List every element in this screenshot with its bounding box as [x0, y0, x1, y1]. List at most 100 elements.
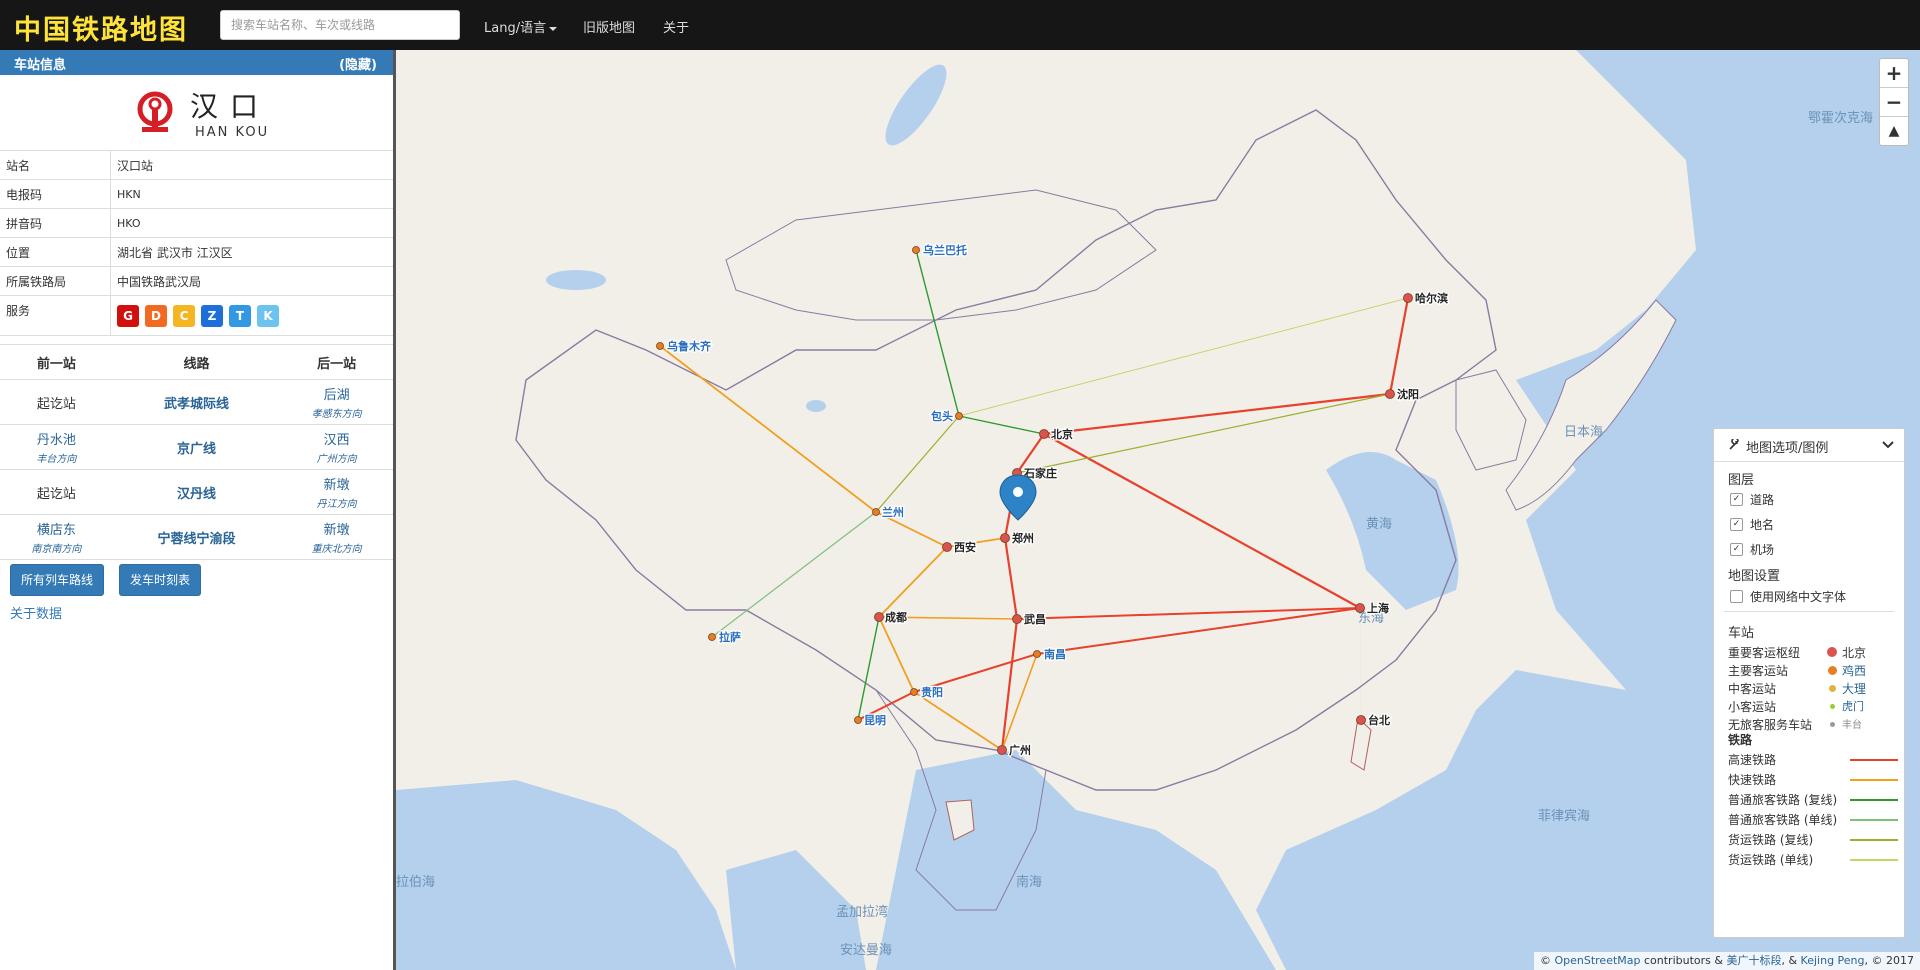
osm-link[interactable]: OpenStreetMap: [1554, 954, 1640, 967]
city-marker[interactable]: 南昌: [1033, 646, 1067, 662]
next-station-link[interactable]: 后湖: [324, 388, 350, 403]
prev-station-link[interactable]: 横店东: [37, 523, 76, 538]
rail-line[interactable]: [915, 249, 1045, 435]
line-link[interactable]: 汉丹线: [177, 487, 216, 502]
site-brand[interactable]: 中国铁路地图: [14, 8, 188, 47]
layer-roads-checkbox[interactable]: ✓: [1730, 493, 1743, 506]
next-station-link[interactable]: 新墩: [324, 523, 350, 538]
city-marker[interactable]: 贵阳: [910, 684, 944, 700]
rail-line[interactable]: [875, 415, 960, 513]
station-dot-icon: [1403, 293, 1413, 303]
rail-line-swatch: [1850, 839, 1898, 841]
city-marker[interactable]: 乌鲁木齐: [656, 338, 713, 354]
station-legend-label: 中客运站: [1728, 682, 1777, 696]
city-label: 包头: [930, 409, 953, 423]
line-link[interactable]: 京广线: [177, 442, 216, 457]
author-link[interactable]: Kejing Peng: [1801, 954, 1865, 967]
lake-qinghai: [806, 400, 826, 412]
city-label: 郑州: [1012, 531, 1034, 545]
attrib-mid: contributors &: [1640, 954, 1727, 967]
station-header: 汉口 HAN KOU: [0, 75, 393, 151]
line-link[interactable]: 宁蓉线宁渝段: [157, 532, 235, 547]
info-key: 电报码: [0, 179, 111, 209]
chevron-down-icon[interactable]: [1882, 441, 1894, 449]
station-name-cn: 汉口: [190, 90, 271, 123]
attrib-year: , © 2017: [1864, 954, 1914, 967]
station-dot-icon: [912, 246, 920, 254]
panel-header: 车站信息 (隐藏): [0, 50, 393, 75]
city-label: 哈尔滨: [1415, 291, 1448, 305]
compass-button[interactable]: ▲: [1880, 117, 1908, 145]
table-row: 服务 GDCZTK: [0, 295, 393, 336]
next-station-link[interactable]: 汉西: [324, 433, 350, 448]
station-dot-icon: [1385, 389, 1395, 399]
station-panel: 车站信息 (隐藏) 汉口 HAN KOU 站名 汉口站 电报码 HKN 拼音码 HKO…: [0, 50, 396, 970]
rail-line[interactable]: [659, 345, 1006, 548]
station-dot-icon: [910, 688, 918, 696]
prev-direction: 丰台方向: [36, 454, 77, 465]
legend-header[interactable]: 地图选项/图例: [1714, 429, 1904, 462]
city-label: 广州: [1009, 743, 1031, 757]
south-china-sea: [876, 750, 1276, 970]
old-map-link[interactable]: 旧版地图: [583, 17, 635, 36]
sea-label: 日本海: [1564, 425, 1603, 440]
zoom-in-button[interactable]: +: [1880, 59, 1908, 88]
table-header-row: 前一站 线路 后一站: [0, 344, 393, 380]
layer-placenames-checkbox[interactable]: ✓: [1730, 518, 1743, 531]
prev-station-link[interactable]: 丹水池: [37, 433, 76, 448]
lang-menu[interactable]: Lang/语言: [484, 17, 558, 36]
prev-station: 起讫站: [36, 396, 76, 412]
web-font-checkbox[interactable]: [1730, 590, 1743, 603]
station-legend-example: 鸡西: [1842, 664, 1867, 678]
china-railway-logo-icon: [137, 91, 173, 132]
zoom-out-button[interactable]: −: [1880, 88, 1908, 117]
rail-line[interactable]: [1043, 297, 1410, 436]
col-line: 线路: [112, 344, 281, 380]
selected-station-pin[interactable]: [999, 474, 1037, 521]
station-dot-icon: [874, 612, 884, 622]
station-legend-example: 虎门: [1842, 700, 1864, 713]
city-marker[interactable]: 西安: [942, 539, 977, 555]
city-marker[interactable]: 乌兰巴托: [912, 242, 968, 258]
hide-panel-button[interactable]: (隐藏): [339, 54, 377, 73]
author-link[interactable]: 美广十标段: [1726, 954, 1781, 967]
city-marker[interactable]: 北京: [1039, 426, 1074, 442]
station-legend-label: 主要客运站: [1728, 664, 1789, 678]
map-attribution: © OpenStreetMap contributors & 美广十标段, & …: [1533, 952, 1920, 970]
city-marker[interactable]: 成都: [874, 609, 908, 625]
line-link[interactable]: 武孝城际线: [164, 397, 229, 412]
rail-line-swatch: [1850, 779, 1898, 781]
station-name-en: HAN KOU: [195, 125, 270, 140]
station-dot-icon: [872, 508, 880, 516]
rail-line[interactable]: [878, 546, 1003, 751]
layer-label: 地名: [1750, 518, 1775, 532]
rail-line[interactable]: [711, 511, 877, 638]
map-canvas[interactable]: 鄂霍次克海 日本海 黄海 东海 菲律宾海 南海 孟加拉湾 安达曼海 拉伯海 北京 哈尔滨 沈阳 石家庄…: [396, 50, 1920, 970]
rail-line[interactable]: [857, 607, 1361, 721]
info-key: 服务: [0, 295, 111, 336]
rail-line[interactable]: [857, 616, 880, 721]
timetable-button[interactable]: 发车时刻表: [119, 564, 202, 596]
settings-title: 地图设置: [1728, 569, 1781, 584]
caret-down-icon: [549, 26, 558, 31]
rail-line[interactable]: [958, 297, 1409, 417]
rail-title: 铁路: [1728, 733, 1753, 747]
city-marker[interactable]: 拉萨: [708, 629, 742, 645]
city-label: 成都: [885, 610, 907, 624]
about-data-link[interactable]: 关于数据: [10, 603, 62, 622]
rail-line[interactable]: [1043, 433, 1361, 609]
layer-airports-checkbox[interactable]: ✓: [1730, 543, 1743, 556]
next-station-link[interactable]: 新墩: [324, 478, 350, 493]
table-row: 所属铁路局 中国铁路武汉局: [0, 266, 393, 296]
city-marker[interactable]: 哈尔滨: [1403, 290, 1449, 306]
station-dot-icon: [1829, 721, 1835, 727]
about-link[interactable]: 关于: [663, 17, 689, 36]
city-marker[interactable]: 兰州: [872, 504, 905, 520]
prev-station: 起讫站: [36, 486, 76, 502]
city-label: 拉萨: [719, 630, 741, 644]
city-label: 西安: [954, 540, 976, 554]
station-dot-icon: [656, 342, 664, 350]
search-input[interactable]: [220, 10, 460, 40]
all-trains-button[interactable]: 所有列车路线: [10, 564, 105, 596]
rail-line[interactable]: [1016, 607, 1361, 620]
